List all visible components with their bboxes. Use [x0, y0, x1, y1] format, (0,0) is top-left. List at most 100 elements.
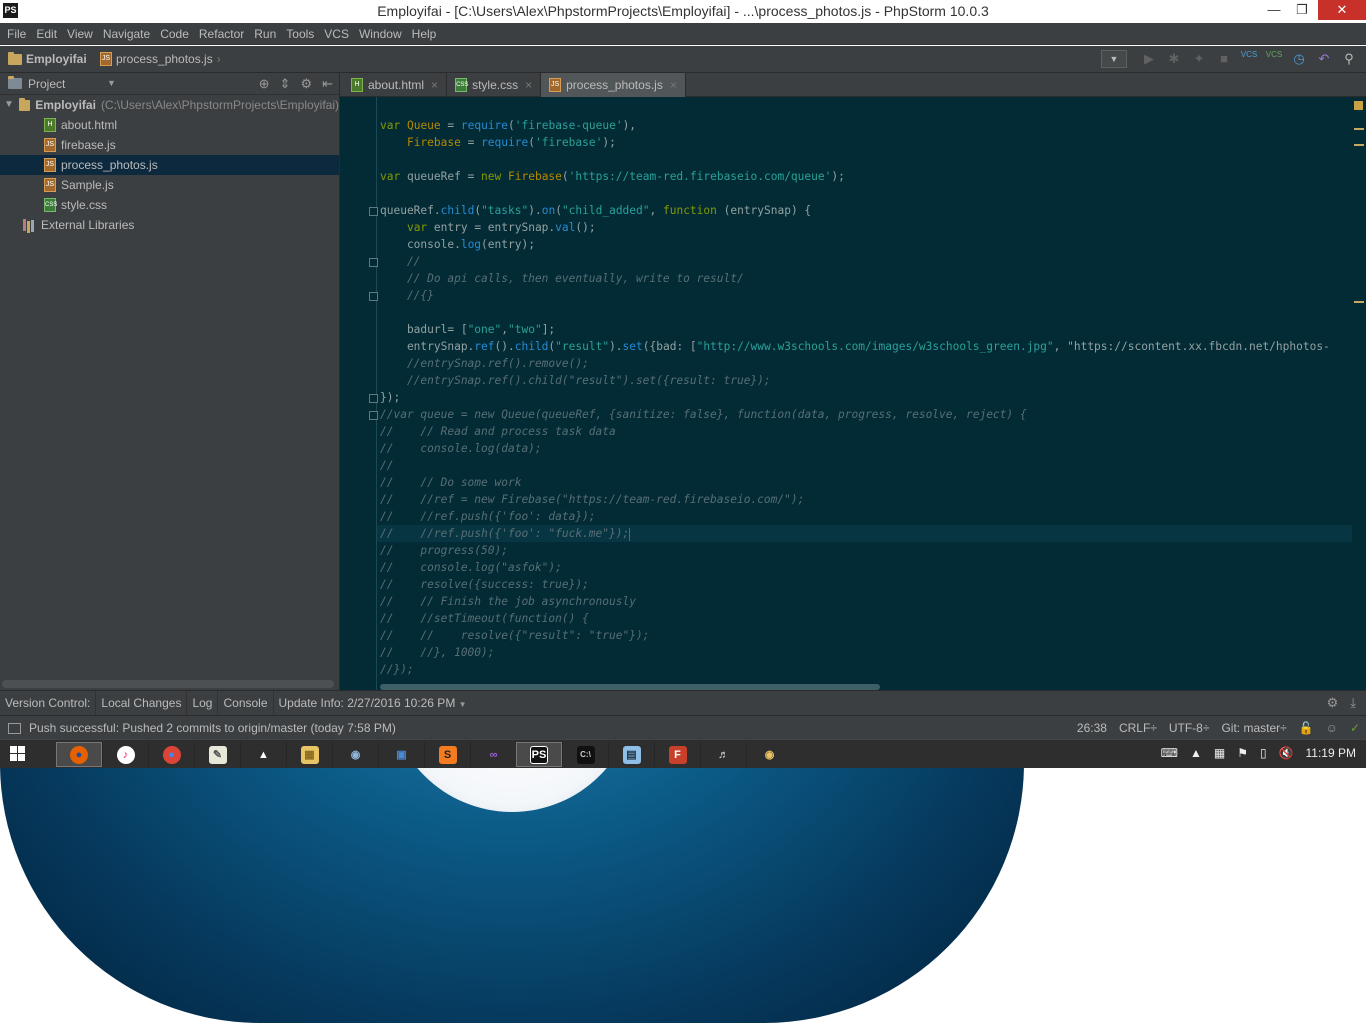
project-scrollbar[interactable]: [2, 680, 334, 688]
visual-studio-icon[interactable]: ∞: [470, 742, 516, 767]
tray-overflow-icon[interactable]: ▲: [1190, 746, 1202, 760]
tree-file-style[interactable]: CSS style.css: [0, 195, 339, 215]
tree-root[interactable]: ▼ Employifai (C:\Users\Alex\PhpstormProj…: [0, 95, 339, 115]
windows-icon[interactable]: ▦: [1214, 746, 1225, 760]
gear-icon[interactable]: ⚙: [1327, 695, 1339, 711]
paint2-icon[interactable]: ◉: [746, 742, 792, 767]
tree-file-firebase[interactable]: JS firebase.js: [0, 135, 339, 155]
project-panel-title[interactable]: Project: [28, 77, 65, 91]
filezilla-icon[interactable]: F: [654, 742, 700, 767]
close-button[interactable]: ✕: [1318, 0, 1366, 20]
menu-run[interactable]: Run: [249, 23, 281, 45]
paint-icon[interactable]: ◉: [332, 742, 378, 767]
revert-icon[interactable]: ↶: [1315, 50, 1333, 68]
file-encoding[interactable]: UTF-8÷: [1169, 721, 1210, 735]
editor-gutter[interactable]: [340, 97, 378, 690]
file-explorer-icon[interactable]: ▦: [286, 742, 332, 767]
inkscape-icon[interactable]: ▲: [240, 742, 286, 767]
code-line[interactable]: // //ref = new Firebase("https://team-re…: [380, 491, 1330, 508]
menu-help[interactable]: Help: [407, 23, 442, 45]
code-line[interactable]: var entry = entrySnap.val();: [380, 219, 1330, 236]
caret-position[interactable]: 26:38: [1077, 721, 1107, 735]
cmd-icon[interactable]: C:\: [562, 742, 608, 767]
clock[interactable]: 11:19 PM: [1306, 746, 1356, 760]
stripe-marker[interactable]: [1354, 144, 1364, 146]
scroll-from-source-icon[interactable]: ⊕: [259, 76, 270, 92]
console-tab[interactable]: Console: [218, 690, 274, 716]
local-changes-tab[interactable]: Local Changes: [96, 690, 188, 716]
sublime-icon[interactable]: S: [424, 742, 470, 767]
tree-file-about[interactable]: H about.html: [0, 115, 339, 135]
run-icon[interactable]: ▶: [1140, 50, 1158, 68]
run-config-dropdown[interactable]: ▼: [1101, 50, 1127, 68]
code-content[interactable]: var Queue = require('firebase-queue'), F…: [380, 117, 1330, 678]
vcs-commit-icon[interactable]: VCS: [1265, 50, 1283, 68]
search-everywhere-icon[interactable]: ⚲: [1340, 50, 1358, 68]
code-line[interactable]: //: [380, 457, 1330, 474]
firefox-icon[interactable]: ●: [56, 742, 102, 767]
code-line[interactable]: //entrySnap.ref().remove();: [380, 355, 1330, 372]
gear-icon[interactable]: ⚙: [300, 76, 312, 92]
minimize-button[interactable]: —: [1260, 0, 1288, 20]
hide-panel-icon[interactable]: ⤓: [1350, 695, 1356, 711]
menu-window[interactable]: Window: [354, 23, 407, 45]
breadcrumb-project[interactable]: Employifai: [8, 51, 87, 66]
keyboard-icon[interactable]: ⌨: [1161, 746, 1178, 760]
lock-icon[interactable]: 🔓: [1299, 721, 1314, 735]
menu-edit[interactable]: Edit: [31, 23, 62, 45]
line-separator[interactable]: CRLF÷: [1119, 721, 1157, 735]
code-line[interactable]: // // resolve({"result": "true"});: [380, 627, 1330, 644]
phpstorm-icon[interactable]: PS: [516, 742, 562, 767]
menu-tools[interactable]: Tools: [281, 23, 319, 45]
fold-marker-icon[interactable]: [369, 207, 378, 216]
tree-file-process-photos[interactable]: JS process_photos.js: [0, 155, 339, 175]
windows-start-icon[interactable]: [10, 746, 26, 762]
battery-icon[interactable]: ▯: [1260, 746, 1267, 760]
fold-marker-icon[interactable]: [369, 411, 378, 420]
close-tab-icon[interactable]: ×: [670, 78, 677, 92]
stripe-marker[interactable]: [1354, 128, 1364, 130]
code-line[interactable]: queueRef.child("tasks").on("child_added"…: [380, 202, 1330, 219]
flag-icon[interactable]: ⚑: [1237, 746, 1248, 760]
warning-status-icon[interactable]: [1354, 101, 1363, 110]
code-line[interactable]: // // Finish the job asynchronously: [380, 593, 1330, 610]
inspector-icon[interactable]: ☺: [1326, 721, 1338, 735]
vcs-update-icon[interactable]: VCS: [1240, 50, 1258, 68]
code-line[interactable]: // // Read and process task data: [380, 423, 1330, 440]
code-line[interactable]: // Do api calls, then eventually, write …: [380, 270, 1330, 287]
code-line[interactable]: // progress(50);: [380, 542, 1330, 559]
update-info-tab[interactable]: Update Info: 2/27/2016 10:26 PM ▼: [274, 691, 472, 716]
code-line[interactable]: // //setTimeout(function() {: [380, 610, 1330, 627]
code-line[interactable]: var Queue = require('firebase-queue'),: [380, 117, 1330, 134]
code-line[interactable]: });: [380, 389, 1330, 406]
breadcrumb-file[interactable]: JS process_photos.js ›: [100, 52, 221, 66]
audio-icon[interactable]: ♬: [700, 742, 746, 767]
log-tab[interactable]: Log: [187, 690, 219, 716]
chevron-down-icon[interactable]: ▼: [107, 78, 116, 88]
menu-file[interactable]: File: [2, 23, 31, 45]
menu-vcs[interactable]: VCS: [319, 23, 354, 45]
code-line[interactable]: console.log(entry);: [380, 236, 1330, 253]
fold-marker-icon[interactable]: [369, 258, 378, 267]
code-line[interactable]: // console.log("asfok");: [380, 559, 1330, 576]
version-control-button[interactable]: Version Control:: [0, 690, 97, 716]
stop-icon[interactable]: ■: [1215, 50, 1233, 68]
close-tab-icon[interactable]: ×: [431, 78, 438, 92]
stripe-marker[interactable]: [1354, 301, 1364, 303]
tab-about-html[interactable]: H about.html ×: [343, 73, 448, 97]
status-message[interactable]: Push successful: Pushed 2 commits to ori…: [8, 721, 396, 735]
git-branch[interactable]: Git: master÷: [1221, 721, 1286, 735]
maximize-button[interactable]: ❐: [1288, 0, 1316, 20]
notepad-icon[interactable]: ✎: [194, 742, 240, 767]
code-line[interactable]: var queueRef = new Firebase('https://tea…: [380, 168, 1330, 185]
code-line[interactable]: //{}: [380, 287, 1330, 304]
code-line[interactable]: // //ref.push({'foo': "fuck.me"});: [380, 525, 1330, 542]
coverage-icon[interactable]: ✦: [1190, 50, 1208, 68]
fold-marker-icon[interactable]: [369, 394, 378, 403]
event-log-status-icon[interactable]: ✓: [1350, 721, 1360, 735]
code-line[interactable]: // // Do some work: [380, 474, 1330, 491]
menu-navigate[interactable]: Navigate: [98, 23, 155, 45]
tree-external-libraries[interactable]: External Libraries: [0, 215, 339, 235]
code-line[interactable]: // //}, 1000);: [380, 644, 1330, 661]
code-editor[interactable]: var Queue = require('firebase-queue'), F…: [340, 97, 1366, 690]
